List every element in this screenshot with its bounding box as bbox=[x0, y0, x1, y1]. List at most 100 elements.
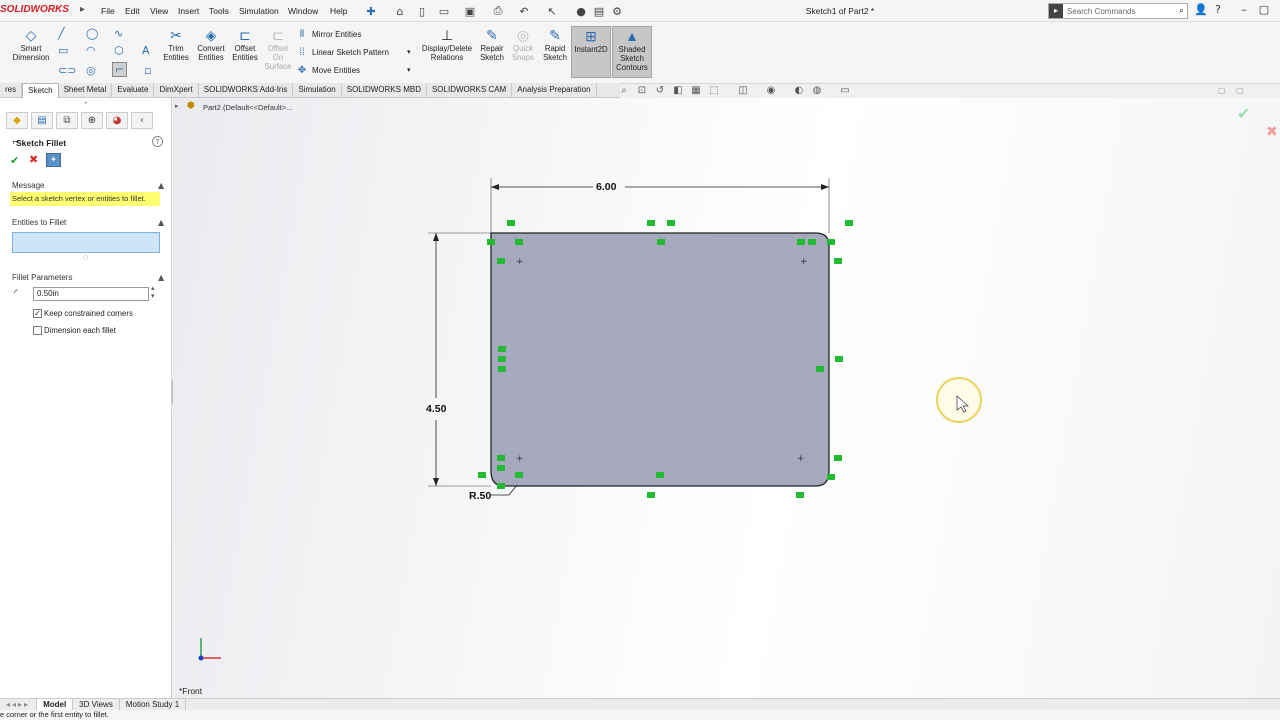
arc-center-br[interactable]: + bbox=[797, 454, 805, 464]
relation-marker[interactable] bbox=[498, 356, 506, 362]
tab-analysis-preparation[interactable]: Analysis Preparation bbox=[512, 83, 597, 98]
search-scope-icon[interactable]: ▸ bbox=[1049, 4, 1063, 18]
menu-view[interactable]: View bbox=[150, 6, 168, 16]
radius-spinner-icon[interactable]: ▴ ▾ bbox=[151, 284, 155, 300]
relation-marker[interactable] bbox=[515, 472, 523, 478]
menu-simulation[interactable]: Simulation bbox=[239, 6, 279, 16]
dimension-each-checkbox[interactable] bbox=[33, 326, 42, 335]
tab-scroll-arrows-icon[interactable]: ◂◂▸▸ bbox=[0, 699, 38, 710]
file-properties-icon[interactable]: ▤ bbox=[592, 4, 606, 18]
text-icon[interactable]: A bbox=[142, 44, 150, 57]
keep-constrained-checkbox[interactable]: ✓ bbox=[33, 309, 42, 318]
move-dropdown-icon[interactable]: ▾ bbox=[407, 66, 411, 74]
sketch-region[interactable] bbox=[490, 232, 830, 487]
tab-3d-views[interactable]: 3D Views bbox=[73, 699, 120, 710]
relation-marker[interactable] bbox=[834, 455, 842, 461]
new-document-icon[interactable]: ▯ bbox=[415, 4, 429, 18]
line-icon[interactable]: ╱ bbox=[58, 27, 65, 40]
arc-center-tl[interactable]: + bbox=[516, 257, 524, 267]
display-style-icon[interactable]: ◫ bbox=[736, 85, 750, 98]
relation-marker[interactable] bbox=[835, 356, 843, 362]
relation-marker[interactable] bbox=[845, 220, 853, 226]
entities-section-header[interactable]: Entities to Fillet bbox=[12, 218, 66, 227]
fillet-radius-input[interactable]: 0.50in bbox=[33, 287, 149, 301]
slot-icon[interactable]: ⊂⊃ bbox=[58, 64, 76, 77]
search-icon[interactable]: ⌕ bbox=[1179, 6, 1187, 16]
tab-dimxpert[interactable]: DimXpert bbox=[154, 83, 199, 98]
hide-show-items-icon[interactable]: ◉ bbox=[764, 85, 778, 98]
expand-menu-icon[interactable]: ▸ bbox=[80, 4, 85, 15]
relation-marker[interactable] bbox=[796, 492, 804, 498]
select-arrow-icon[interactable]: ↖ bbox=[545, 4, 559, 18]
linear-sketch-pattern-button[interactable]: ⁞⁞ Linear Sketch Pattern bbox=[296, 47, 389, 58]
menu-tools[interactable]: Tools bbox=[209, 6, 229, 16]
circle-icon[interactable]: ◯ bbox=[86, 27, 98, 40]
help-circle-icon[interactable]: ? bbox=[152, 136, 163, 147]
configuration-manager-icon[interactable]: ⧉ bbox=[56, 112, 78, 129]
relation-marker[interactable] bbox=[647, 220, 655, 226]
rebuild-icon[interactable]: ● bbox=[574, 4, 588, 18]
quick-snaps-button[interactable]: ◎ Quick Snaps bbox=[510, 26, 536, 62]
home-icon[interactable]: ⌂ bbox=[393, 4, 407, 18]
plane-icon[interactable]: ▫ bbox=[144, 64, 151, 77]
relation-marker[interactable] bbox=[497, 455, 505, 461]
mirror-entities-button[interactable]: ⫴ Mirror Entities bbox=[296, 29, 361, 40]
relation-marker[interactable] bbox=[816, 366, 824, 372]
arc-icon[interactable]: ◠ bbox=[86, 44, 96, 57]
relation-marker[interactable] bbox=[827, 239, 835, 245]
repair-sketch-button[interactable]: ✎ Repair Sketch bbox=[477, 26, 507, 62]
relation-marker[interactable] bbox=[656, 472, 664, 478]
relation-marker[interactable] bbox=[487, 239, 495, 245]
dynamic-annotation-icon[interactable]: ▦ bbox=[689, 85, 703, 98]
tab-mbd[interactable]: SOLIDWORKS MBD bbox=[342, 83, 427, 98]
previous-view-icon[interactable]: ↺ bbox=[653, 85, 667, 98]
graphics-area[interactable]: ▸ ⬢ Part2 (Default<<Default>... ▢ ▢ ✔ ✖ … bbox=[173, 86, 1280, 698]
convert-entities-button[interactable]: ◈ Convert Entities bbox=[194, 26, 228, 62]
relation-marker[interactable] bbox=[507, 220, 515, 226]
entities-collapse-icon[interactable]: ▲ bbox=[158, 218, 164, 227]
save-icon[interactable]: ▣ bbox=[463, 4, 477, 18]
relation-marker[interactable] bbox=[808, 239, 816, 245]
edit-appearance-icon[interactable]: ◐ bbox=[792, 85, 806, 98]
offset-entities-button[interactable]: ⊏ Offset Entities bbox=[229, 26, 261, 62]
cancel-x-icon[interactable]: ✖ bbox=[29, 153, 38, 166]
feature-manager-icon[interactable]: ◆ bbox=[6, 112, 28, 129]
menu-help[interactable]: Help bbox=[330, 6, 347, 16]
relation-marker[interactable] bbox=[797, 239, 805, 245]
tab-sketch[interactable]: Sketch bbox=[22, 83, 59, 98]
print-icon[interactable]: ⎙ bbox=[491, 4, 505, 18]
keep-visible-pin-icon[interactable]: ✦ bbox=[46, 153, 61, 167]
tab-model[interactable]: Model bbox=[37, 699, 74, 710]
panel-grip-icon[interactable]: • bbox=[84, 100, 88, 107]
relation-marker[interactable] bbox=[497, 465, 505, 471]
relation-marker[interactable] bbox=[515, 239, 523, 245]
user-icon[interactable]: 👤 bbox=[1193, 3, 1209, 19]
offset-on-surface-button[interactable]: ⊏ Offset On Surface bbox=[263, 26, 293, 71]
menu-window[interactable]: Window bbox=[288, 6, 318, 16]
display-delete-relations-button[interactable]: ⊥ Display/Delete Relations bbox=[419, 26, 475, 62]
menu-file[interactable]: File bbox=[101, 6, 115, 16]
trim-entities-button[interactable]: ✂ Trim Entities bbox=[160, 26, 192, 62]
zoom-area-icon[interactable]: ⊡ bbox=[635, 85, 649, 98]
polygon-icon[interactable]: ⬡ bbox=[114, 44, 124, 57]
panel-scroll-icon[interactable]: ‹ bbox=[131, 112, 153, 129]
ok-checkmark-icon[interactable]: ✔ bbox=[10, 154, 19, 167]
zoom-to-fit-icon[interactable]: ⌕ bbox=[617, 85, 631, 98]
tab-features[interactable]: res bbox=[0, 83, 23, 98]
rapid-sketch-button[interactable]: ✎ Rapid Sketch bbox=[540, 26, 570, 62]
height-dimension-value[interactable]: 4.50 bbox=[426, 403, 446, 415]
relation-marker[interactable] bbox=[827, 474, 835, 480]
instant2d-button[interactable]: ⊞ Instant2D bbox=[571, 26, 611, 78]
display-manager-icon[interactable]: ◕ bbox=[106, 112, 128, 129]
tab-cam[interactable]: SOLIDWORKS CAM bbox=[427, 83, 513, 98]
undo-icon[interactable]: ↶ bbox=[517, 4, 531, 18]
shaded-sketch-contours-button[interactable]: ▲ Shaded Sketch Contours bbox=[612, 26, 652, 78]
viewport-maximize-icon[interactable]: ▢ bbox=[1236, 86, 1244, 95]
apply-scene-icon[interactable]: ◍ bbox=[810, 85, 824, 98]
message-collapse-icon[interactable]: ▲ bbox=[158, 181, 164, 190]
menu-insert[interactable]: Insert bbox=[178, 6, 199, 16]
smart-dimension-button[interactable]: ◇ Smart Dimension bbox=[8, 26, 54, 62]
spline-icon[interactable]: ∿ bbox=[114, 27, 123, 40]
relation-marker[interactable] bbox=[498, 346, 506, 352]
relation-marker[interactable] bbox=[478, 472, 486, 478]
